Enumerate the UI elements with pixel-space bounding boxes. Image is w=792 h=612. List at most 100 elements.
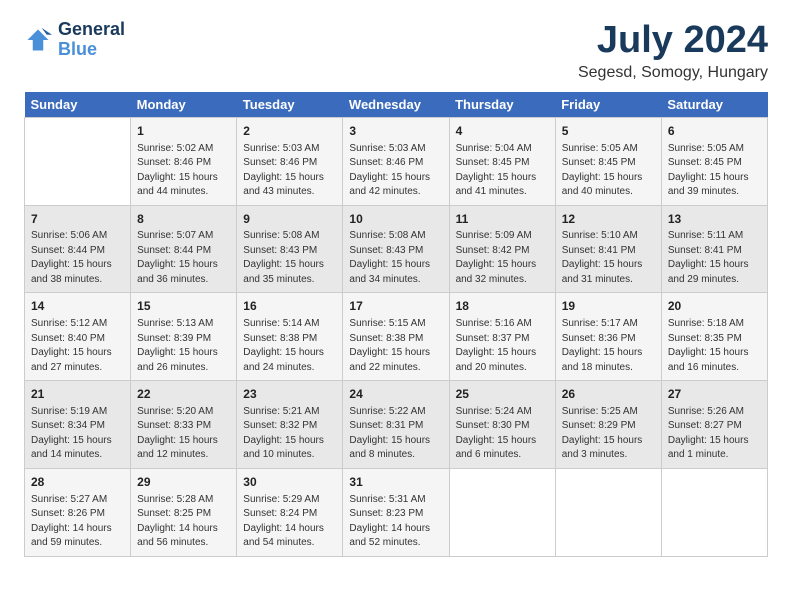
day-number: 8 <box>137 211 230 228</box>
day-info: Sunrise: 5:18 AMSunset: 8:35 PMDaylight:… <box>668 317 761 375</box>
day-number: 5 <box>562 123 655 140</box>
calendar-cell: 16Sunrise: 5:14 AMSunset: 8:38 PMDayligh… <box>237 293 343 381</box>
calendar-cell: 27 Sunrise: 5:26 AMSunset: 8:27 PMDayligh… <box>661 381 767 469</box>
day-number: 6 <box>668 123 761 140</box>
day-number: 2 <box>243 123 336 140</box>
calendar-cell <box>25 117 131 205</box>
day-info: Sunrise: 5:07 AMSunset: 8:44 PMDaylight:… <box>137 229 230 287</box>
header-thursday: Thursday <box>449 92 555 118</box>
calendar-cell: 13Sunrise: 5:11 AMSunset: 8:41 PMDayligh… <box>661 205 767 293</box>
day-number: 13 <box>668 211 761 228</box>
calendar-cell: 25 Sunrise: 5:24 AMSunset: 8:30 PMDayligh… <box>449 381 555 469</box>
day-number: 27 <box>668 386 761 403</box>
calendar-cell: 10Sunrise: 5:08 AMSunset: 8:43 PMDayligh… <box>343 205 449 293</box>
title-area: July 2024 Segesd, Somogy, Hungary <box>578 20 768 82</box>
day-info: Sunrise: 5:09 AMSunset: 8:42 PMDaylight:… <box>456 229 549 287</box>
calendar-cell: 29Sunrise: 5:28 AMSunset: 8:25 PMDayligh… <box>131 468 237 556</box>
header-saturday: Saturday <box>661 92 767 118</box>
day-number: 4 <box>456 123 549 140</box>
calendar-cell: 7Sunrise: 5:06 AMSunset: 8:44 PMDaylight… <box>25 205 131 293</box>
calendar-cell <box>555 468 661 556</box>
calendar-cell: 2 Sunrise: 5:03 AMSunset: 8:46 PMDaylight… <box>237 117 343 205</box>
calendar-cell: 18Sunrise: 5:16 AMSunset: 8:37 PMDayligh… <box>449 293 555 381</box>
day-info: Sunrise: 5:13 AMSunset: 8:39 PMDaylight:… <box>137 317 230 375</box>
header-monday: Monday <box>131 92 237 118</box>
day-number: 19 <box>562 298 655 315</box>
day-info: Sunrise: 5:08 AMSunset: 8:43 PMDaylight:… <box>349 229 442 287</box>
calendar-table: SundayMondayTuesdayWednesdayThursdayFrid… <box>24 92 768 557</box>
day-info: Sunrise: 5:28 AMSunset: 8:25 PMDaylight:… <box>137 493 230 551</box>
header-sunday: Sunday <box>25 92 131 118</box>
day-info: Sunrise: 5:16 AMSunset: 8:37 PMDaylight:… <box>456 317 549 375</box>
header: General Blue July 2024 Segesd, Somogy, H… <box>24 20 768 82</box>
day-number: 1 <box>137 123 230 140</box>
calendar-cell: 11Sunrise: 5:09 AMSunset: 8:42 PMDayligh… <box>449 205 555 293</box>
calendar-cell <box>449 468 555 556</box>
calendar-cell: 30Sunrise: 5:29 AMSunset: 8:24 PMDayligh… <box>237 468 343 556</box>
calendar-cell: 9Sunrise: 5:08 AMSunset: 8:43 PMDaylight… <box>237 205 343 293</box>
logo: General Blue <box>24 20 125 60</box>
day-info: Sunrise: 5:05 AMSunset: 8:45 PMDaylight:… <box>562 142 655 200</box>
day-number: 17 <box>349 298 442 315</box>
logo-text: General Blue <box>58 20 125 60</box>
calendar-cell: 31Sunrise: 5:31 AMSunset: 8:23 PMDayligh… <box>343 468 449 556</box>
calendar-cell: 24 Sunrise: 5:22 AMSunset: 8:31 PMDayligh… <box>343 381 449 469</box>
calendar-cell: 21Sunrise: 5:19 AMSunset: 8:34 PMDayligh… <box>25 381 131 469</box>
day-number: 25 <box>456 386 549 403</box>
day-info: Sunrise: 5:12 AMSunset: 8:40 PMDaylight:… <box>31 317 124 375</box>
calendar-cell: 8Sunrise: 5:07 AMSunset: 8:44 PMDaylight… <box>131 205 237 293</box>
day-info: Sunrise: 5:22 AMSunset: 8:31 PMDaylight:… <box>349 405 442 463</box>
week-row-1: 1 Sunrise: 5:02 AMSunset: 8:46 PMDaylight… <box>25 117 768 205</box>
header-wednesday: Wednesday <box>343 92 449 118</box>
day-info: Sunrise: 5:06 AMSunset: 8:44 PMDaylight:… <box>31 229 124 287</box>
header-tuesday: Tuesday <box>237 92 343 118</box>
day-info: Sunrise: 5:02 AMSunset: 8:46 PMDaylight:… <box>137 142 230 200</box>
day-info: Sunrise: 5:03 AMSunset: 8:46 PMDaylight:… <box>349 142 442 200</box>
day-info: Sunrise: 5:24 AMSunset: 8:30 PMDaylight:… <box>456 405 549 463</box>
location-title: Segesd, Somogy, Hungary <box>578 64 768 82</box>
header-row: SundayMondayTuesdayWednesdayThursdayFrid… <box>25 92 768 118</box>
day-info: Sunrise: 5:29 AMSunset: 8:24 PMDaylight:… <box>243 493 336 551</box>
logo-icon <box>24 26 52 54</box>
day-number: 21 <box>31 386 124 403</box>
day-number: 15 <box>137 298 230 315</box>
day-info: Sunrise: 5:17 AMSunset: 8:36 PMDaylight:… <box>562 317 655 375</box>
header-friday: Friday <box>555 92 661 118</box>
day-number: 14 <box>31 298 124 315</box>
day-info: Sunrise: 5:08 AMSunset: 8:43 PMDaylight:… <box>243 229 336 287</box>
day-info: Sunrise: 5:03 AMSunset: 8:46 PMDaylight:… <box>243 142 336 200</box>
day-number: 10 <box>349 211 442 228</box>
day-number: 7 <box>31 211 124 228</box>
calendar-cell: 15 Sunrise: 5:13 AMSunset: 8:39 PMDayligh… <box>131 293 237 381</box>
calendar-cell: 23 Sunrise: 5:21 AMSunset: 8:32 PMDayligh… <box>237 381 343 469</box>
day-number: 28 <box>31 474 124 491</box>
day-info: Sunrise: 5:20 AMSunset: 8:33 PMDaylight:… <box>137 405 230 463</box>
day-number: 12 <box>562 211 655 228</box>
calendar-cell: 20 Sunrise: 5:18 AMSunset: 8:35 PMDayligh… <box>661 293 767 381</box>
day-number: 31 <box>349 474 442 491</box>
calendar-cell: 3 Sunrise: 5:03 AMSunset: 8:46 PMDaylight… <box>343 117 449 205</box>
calendar-cell <box>661 468 767 556</box>
day-number: 23 <box>243 386 336 403</box>
day-number: 26 <box>562 386 655 403</box>
day-info: Sunrise: 5:04 AMSunset: 8:45 PMDaylight:… <box>456 142 549 200</box>
calendar-cell: 6 Sunrise: 5:05 AMSunset: 8:45 PMDaylight… <box>661 117 767 205</box>
calendar-cell: 12Sunrise: 5:10 AMSunset: 8:41 PMDayligh… <box>555 205 661 293</box>
day-number: 22 <box>137 386 230 403</box>
calendar-cell: 26Sunrise: 5:25 AMSunset: 8:29 PMDayligh… <box>555 381 661 469</box>
day-info: Sunrise: 5:21 AMSunset: 8:32 PMDaylight:… <box>243 405 336 463</box>
day-number: 24 <box>349 386 442 403</box>
calendar-cell: 22 Sunrise: 5:20 AMSunset: 8:33 PMDayligh… <box>131 381 237 469</box>
calendar-cell: 19 Sunrise: 5:17 AMSunset: 8:36 PMDayligh… <box>555 293 661 381</box>
day-number: 20 <box>668 298 761 315</box>
day-number: 3 <box>349 123 442 140</box>
month-title: July 2024 <box>578 20 768 62</box>
week-row-4: 21Sunrise: 5:19 AMSunset: 8:34 PMDayligh… <box>25 381 768 469</box>
week-row-5: 28Sunrise: 5:27 AMSunset: 8:26 PMDayligh… <box>25 468 768 556</box>
week-row-3: 14 Sunrise: 5:12 AMSunset: 8:40 PMDayligh… <box>25 293 768 381</box>
day-info: Sunrise: 5:11 AMSunset: 8:41 PMDaylight:… <box>668 229 761 287</box>
day-info: Sunrise: 5:26 AMSunset: 8:27 PMDaylight:… <box>668 405 761 463</box>
calendar-cell: 17Sunrise: 5:15 AMSunset: 8:38 PMDayligh… <box>343 293 449 381</box>
day-info: Sunrise: 5:05 AMSunset: 8:45 PMDaylight:… <box>668 142 761 200</box>
day-info: Sunrise: 5:10 AMSunset: 8:41 PMDaylight:… <box>562 229 655 287</box>
